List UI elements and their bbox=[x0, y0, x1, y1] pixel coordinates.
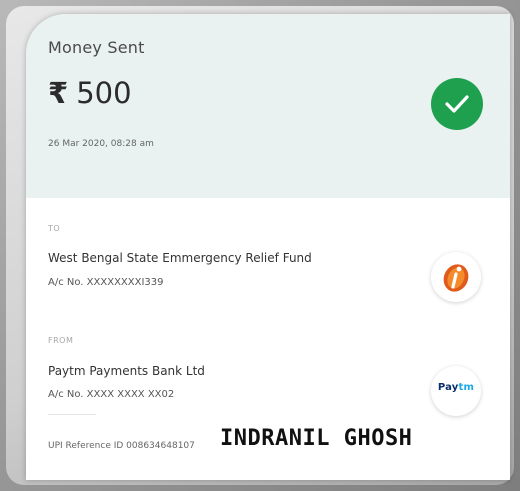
payer-bank-name: Paytm Payments Bank Ltd bbox=[48, 364, 205, 378]
from-label: FROM bbox=[48, 336, 74, 345]
payer-bank-logo: Paytm bbox=[431, 366, 481, 416]
watermark-text: INDRANIL GHOSH bbox=[216, 426, 417, 451]
amount-value: 500 bbox=[76, 76, 132, 110]
transaction-card: Money Sent ₹500 26 Mar 2020, 08:28 am TO… bbox=[26, 14, 510, 480]
to-label: TO bbox=[48, 224, 61, 233]
transaction-header: Money Sent ₹500 26 Mar 2020, 08:28 am bbox=[26, 14, 510, 198]
divider bbox=[48, 414, 96, 415]
payer-account: A/c No. XXXX XXXX XX02 bbox=[48, 389, 175, 400]
amount: ₹500 bbox=[48, 76, 132, 110]
currency-symbol: ₹ bbox=[48, 76, 69, 110]
status-title: Money Sent bbox=[48, 38, 145, 57]
payee-name: West Bengal State Emmergency Relief Fund bbox=[48, 251, 312, 265]
success-badge bbox=[431, 78, 483, 130]
paytm-logo-icon: Paytm bbox=[437, 382, 475, 393]
payee-account: A/c No. XXXXXXXXI339 bbox=[48, 277, 164, 288]
upi-reference: UPI Reference ID 008634648107 bbox=[48, 441, 195, 451]
check-icon bbox=[445, 95, 469, 113]
transaction-datetime: 26 Mar 2020, 08:28 am bbox=[48, 139, 154, 149]
icici-logo-icon bbox=[443, 264, 469, 292]
payee-bank-logo bbox=[431, 252, 481, 302]
